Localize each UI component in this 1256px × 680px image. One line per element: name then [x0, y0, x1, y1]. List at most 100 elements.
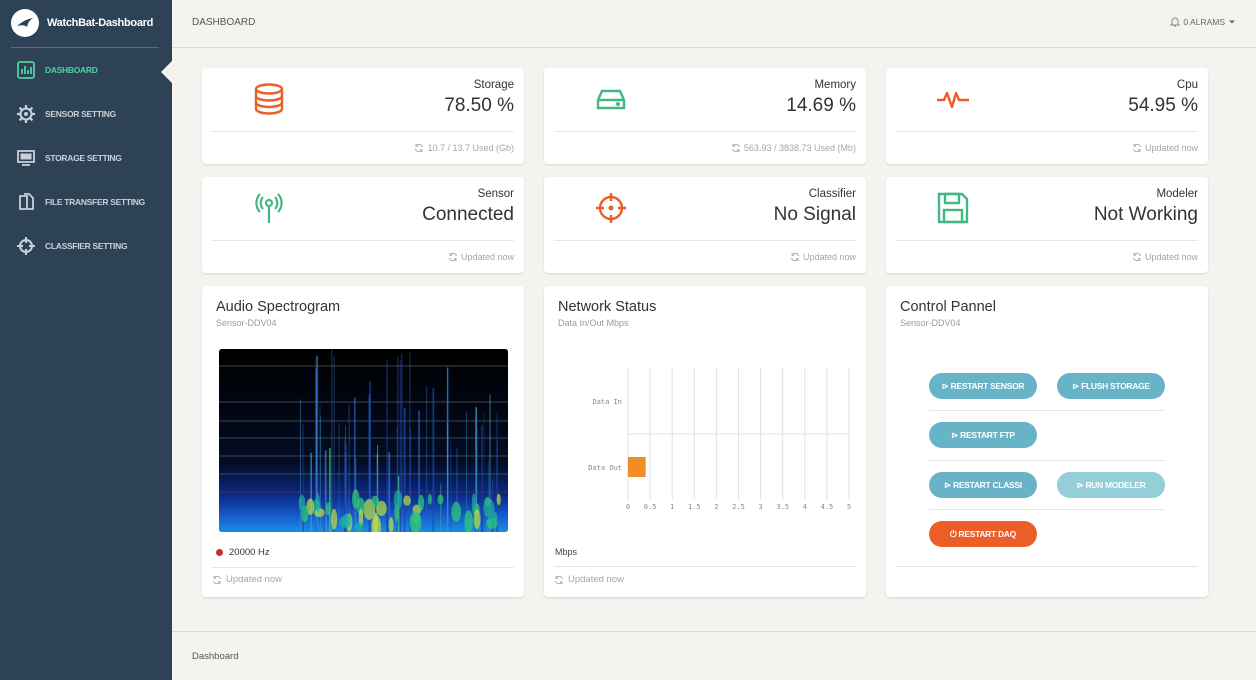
- stat-label: Sensor: [477, 188, 514, 200]
- divider: [896, 566, 1198, 567]
- stat-label: Classifier: [808, 188, 856, 200]
- run-modeler-button[interactable]: ⊳ RUN MODELER: [1057, 472, 1165, 498]
- app-title: WatchBat-Dashboard: [47, 17, 154, 29]
- sidebar-item-label: FILE TRANSFER SETTING: [45, 197, 145, 207]
- monitor-icon: [17, 150, 35, 166]
- divider: [212, 240, 514, 241]
- card-footer-text: Updated now: [226, 574, 282, 585]
- hdd-icon: [596, 89, 626, 110]
- sidebar-item-classifier-setting[interactable]: CLASSFIER SETTING: [16, 235, 128, 257]
- stat-value: 14.69 %: [786, 95, 856, 116]
- divider: [929, 410, 1165, 411]
- card-subtitle: Sensor-DDV04: [900, 318, 961, 328]
- card-footer: Updated now: [212, 574, 282, 585]
- storage-card: Storage 78.50 % 10.7 / 13.7 Used (Gb): [202, 68, 524, 164]
- control-panel-card: Control Pannel Sensor-DDV04 ⊳ RESTART SE…: [886, 286, 1208, 597]
- card-title: Control Pannel: [900, 299, 996, 315]
- divider: [554, 240, 856, 241]
- page-footer: Dashboard: [172, 631, 1256, 680]
- brand[interactable]: WatchBat-Dashboard: [11, 8, 153, 38]
- modeler-card: Modeler Not Working Updated now: [886, 177, 1208, 273]
- x-tick-label: 0: [626, 503, 630, 511]
- stat-value: Not Working: [1093, 204, 1198, 225]
- restart-classi-button[interactable]: ⊳ RESTART CLASSI: [929, 472, 1037, 498]
- stat-label: Modeler: [1156, 188, 1198, 200]
- sidebar-item-sensor-setting[interactable]: SENSOR SETTING: [16, 103, 116, 125]
- save-icon: [937, 192, 969, 224]
- stat-footer-text: 10.7 / 13.7 Used (Gb): [427, 143, 514, 153]
- card-subtitle: Data In/Out Mbps: [558, 318, 629, 328]
- gear-icon: [17, 105, 35, 123]
- sidebar-item-label: SENSOR SETTING: [45, 109, 116, 119]
- bell-icon: [1170, 17, 1181, 27]
- x-tick-label: 4: [803, 503, 807, 511]
- sidebar-item-label: CLASSFIER SETTING: [45, 241, 128, 251]
- files-icon: [19, 193, 34, 210]
- stat-footer-text: Updated now: [460, 252, 514, 262]
- stat-footer-text: Updated now: [1144, 143, 1198, 153]
- divider: [896, 131, 1198, 132]
- x-tick-label: 3.5: [776, 503, 789, 511]
- cpu-card: Cpu 54.95 % Updated now: [886, 68, 1208, 164]
- sidebar-item-storage-setting[interactable]: STORAGE SETTING: [16, 147, 122, 169]
- divider: [929, 509, 1165, 510]
- bar-chart-icon: [17, 61, 35, 79]
- alarms-dropdown[interactable]: 0 ALRAMS: [1170, 16, 1236, 27]
- spectrogram-image: [219, 349, 508, 532]
- network-card: Network Status Data In/Out Mbps 0 0.5 1 1.5…: [544, 286, 866, 597]
- refresh-icon: [213, 575, 221, 584]
- stat-footer: 563.93 / 3838.73 Used (Mb): [731, 143, 856, 153]
- refresh-icon: [448, 252, 457, 262]
- x-tick-label: 1: [670, 503, 674, 511]
- spectrogram-card: Audio Spectrogram Sensor-DDV04 20000 Hz …: [202, 286, 524, 597]
- crosshair-icon: [17, 237, 35, 255]
- sidebar-item-file-transfer-setting[interactable]: FILE TRANSFER SETTING: [16, 191, 145, 213]
- card-title: Network Status: [558, 299, 657, 315]
- refresh-icon: [790, 252, 799, 262]
- refresh-icon: [1132, 143, 1141, 153]
- x-tick-label: 1.5: [688, 503, 701, 511]
- axis-unit-label: Mbps: [555, 547, 578, 557]
- breadcrumb[interactable]: Dashboard: [192, 651, 238, 662]
- refresh-icon: [555, 575, 563, 584]
- refresh-icon: [415, 143, 424, 153]
- sidebar-item-dashboard[interactable]: DASHBOARD: [16, 59, 98, 81]
- stat-label: Cpu: [1176, 79, 1198, 91]
- pulse-icon: [937, 91, 969, 109]
- active-indicator: [161, 61, 172, 83]
- refresh-icon: [1132, 252, 1141, 262]
- card-subtitle: Sensor-DDV04: [216, 318, 277, 328]
- x-tick-label: 5: [847, 503, 851, 511]
- target-icon: [596, 193, 626, 223]
- restart-ftp-button[interactable]: ⊳ RESTART FTP: [929, 422, 1037, 448]
- stat-footer: Updated now: [790, 252, 856, 262]
- card-title: Audio Spectrogram: [216, 299, 341, 315]
- stat-footer: Updated now: [1132, 143, 1198, 153]
- alarms-label: 0 ALRAMS: [1183, 16, 1225, 27]
- x-tick-label: 2.5: [732, 503, 745, 511]
- y-tick-label: Data In: [592, 398, 622, 406]
- x-tick-label: 0.5: [644, 503, 657, 511]
- legend-label: 20000 Hz: [229, 547, 270, 558]
- stat-value: No Signal: [773, 204, 856, 225]
- divider: [554, 566, 856, 567]
- database-icon: [254, 83, 284, 115]
- caret-down-icon: [1229, 20, 1235, 23]
- card-footer-text: Updated now: [568, 574, 624, 585]
- stat-footer-text: Updated now: [802, 252, 856, 262]
- stat-value: Connected: [422, 204, 514, 225]
- classifier-card: Classifier No Signal Updated now: [544, 177, 866, 273]
- stat-label: Memory: [814, 79, 856, 91]
- flush-storage-button[interactable]: ⊳ FLUSH STORAGE: [1057, 373, 1165, 399]
- stat-footer: Updated now: [1132, 252, 1198, 262]
- stat-footer: Updated now: [448, 252, 514, 262]
- restart-sensor-button[interactable]: ⊳ RESTART SENSOR: [929, 373, 1037, 399]
- refresh-icon: [731, 143, 740, 153]
- stat-footer-text: 563.93 / 3838.73 Used (Mb): [743, 143, 856, 153]
- restart-daq-button[interactable]: ⏻ RESTART DAQ: [929, 521, 1037, 547]
- x-tick-label: 2: [714, 503, 718, 511]
- app-logo: [11, 9, 39, 37]
- divider: [212, 131, 514, 132]
- divider: [212, 567, 514, 568]
- divider: [929, 460, 1165, 461]
